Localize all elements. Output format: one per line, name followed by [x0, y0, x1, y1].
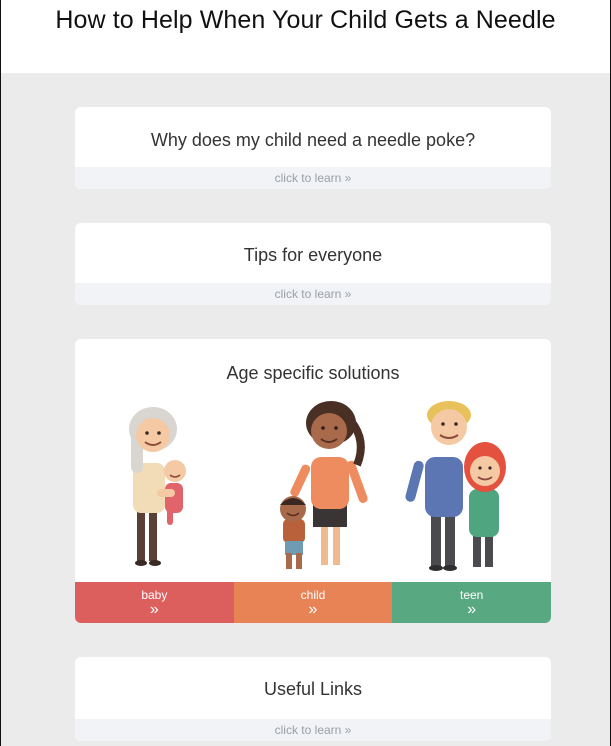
child-label: child	[300, 588, 326, 602]
parent-with-child-illustration	[280, 401, 368, 569]
baby-label: baby	[141, 588, 168, 602]
double-chevron-right-icon: »	[308, 601, 318, 618]
page-frame: How to Help When Your Child Gets a Needl…	[0, 0, 611, 746]
double-chevron-right-icon: »	[467, 601, 477, 618]
age-solutions-card: Age specific solutions baby » child » te…	[75, 339, 551, 623]
age-solutions-title: Age specific solutions	[226, 363, 400, 383]
double-chevron-right-icon: »	[149, 601, 159, 618]
child-button[interactable]: child »	[233, 582, 393, 623]
parent-with-teen-illustration	[405, 401, 506, 571]
baby-button[interactable]: baby »	[75, 582, 234, 623]
useful-links-card[interactable]: Useful Links click to learn »	[75, 657, 551, 741]
why-needle-title: Why does my child need a needle poke?	[150, 130, 476, 150]
tips-learn-link[interactable]: click to learn »	[75, 283, 551, 305]
age-buttons-bar: baby » child » teen »	[75, 582, 551, 623]
grandmother-with-baby-illustration	[129, 407, 186, 566]
useful-links-title: Useful Links	[263, 679, 363, 699]
family-illustration	[129, 401, 506, 571]
why-needle-learn-link[interactable]: click to learn »	[75, 167, 551, 189]
header: How to Help When Your Child Gets a Needl…	[1, 0, 610, 73]
teen-button[interactable]: teen »	[392, 582, 551, 623]
page-title: How to Help When Your Child Gets a Needl…	[55, 6, 556, 34]
tips-title: Tips for everyone	[243, 245, 383, 265]
why-needle-card[interactable]: Why does my child need a needle poke? cl…	[75, 107, 551, 189]
teen-label: teen	[460, 588, 484, 602]
tips-card[interactable]: Tips for everyone click to learn »	[75, 223, 551, 305]
useful-links-learn-link[interactable]: click to learn »	[75, 719, 551, 741]
